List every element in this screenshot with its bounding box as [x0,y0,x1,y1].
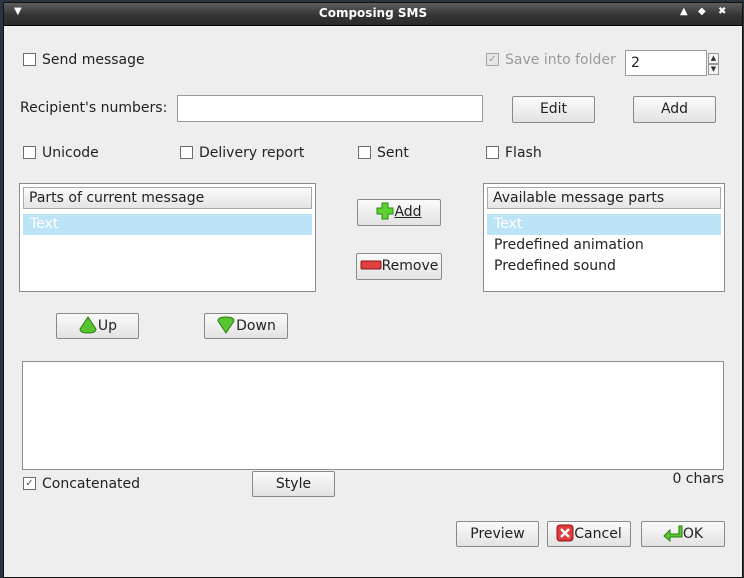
composing-sms-window: ▼ Composing SMS ▲ ◆ ✖ Send message ✓ Save… [3,2,743,578]
down-button[interactable]: Down [204,313,288,339]
remove-part-button[interactable]: Remove [356,253,442,280]
up-arrow-icon [79,316,97,334]
flash-checkbox[interactable]: Flash [486,145,542,161]
char-count: 0 chars [672,471,724,487]
add-part-button[interactable]: Add [357,199,441,226]
save-into-folder-check-box: ✓ [486,52,499,66]
add-part-label: Add [394,204,422,220]
up-button[interactable]: Up [56,313,139,339]
down-label: Down [236,318,276,334]
cancel-x-icon [556,524,574,542]
cancel-button[interactable]: Cancel [547,521,631,547]
save-into-folder-checkbox: ✓ Save into folder [486,52,616,68]
send-message-check-box[interactable] [23,52,36,66]
sent-label: Sent [377,145,409,161]
available-parts-header: Available message parts [487,187,721,209]
list-item[interactable]: Predefined sound [487,256,721,277]
shade-icon[interactable]: ▲ [680,6,688,17]
plus-icon [376,202,394,220]
folder-spinbox[interactable]: 2 [625,50,707,76]
unicode-label: Unicode [42,145,99,161]
add-recipient-button[interactable]: Add [633,96,716,123]
flash-label: Flash [505,145,542,161]
preview-button[interactable]: Preview [456,521,539,547]
sent-checkbox[interactable]: Sent [358,145,409,161]
current-parts-header: Parts of current message [23,187,312,209]
delivery-report-label: Delivery report [199,145,305,161]
ok-return-arrow-icon [663,525,683,542]
minus-icon [360,260,382,270]
list-item[interactable]: Text [23,214,312,235]
list-item[interactable]: Predefined animation [487,235,721,256]
cancel-label: Cancel [574,526,622,542]
unicode-check-box[interactable] [23,145,36,159]
list-item[interactable]: Text [487,214,721,235]
remove-part-label: Remove [381,258,439,274]
current-parts-list[interactable]: Parts of current message Text [19,183,316,292]
concatenated-label: Concatenated [42,476,141,492]
ok-label: OK [682,526,704,542]
send-message-checkbox[interactable]: Send message [23,52,145,68]
edit-button[interactable]: Edit [512,96,595,123]
window-title: Composing SMS [318,6,428,20]
message-text-area[interactable] [22,361,724,470]
delivery-report-check-box[interactable] [180,145,193,159]
sent-check-box[interactable] [358,145,371,159]
concatenated-check-box[interactable]: ✓ [23,476,36,490]
recipients-input[interactable] [177,95,483,122]
folder-value: 2 [631,55,640,71]
ok-button[interactable]: OK [641,521,725,547]
up-label: Up [97,318,118,334]
available-parts-list[interactable]: Available message parts Text Predefined … [483,183,725,292]
close-icon[interactable]: ✖ [718,6,726,17]
down-arrow-icon [217,316,235,334]
save-into-folder-label: Save into folder [505,52,616,68]
spin-up-arrow-icon[interactable]: ▲ [708,53,719,64]
style-button[interactable]: Style [252,471,335,497]
spin-down-arrow-icon[interactable]: ▼ [708,64,719,75]
flash-check-box[interactable] [486,145,499,159]
title-bar[interactable]: ▼ Composing SMS ▲ ◆ ✖ [4,3,742,26]
recipients-label: Recipient's numbers: [20,100,168,116]
concatenated-checkbox[interactable]: ✓ Concatenated [23,476,140,492]
send-message-label: Send message [42,52,145,68]
maximize-icon[interactable]: ◆ [698,6,706,17]
delivery-report-checkbox[interactable]: Delivery report [180,145,304,161]
unicode-checkbox[interactable]: Unicode [23,145,99,161]
